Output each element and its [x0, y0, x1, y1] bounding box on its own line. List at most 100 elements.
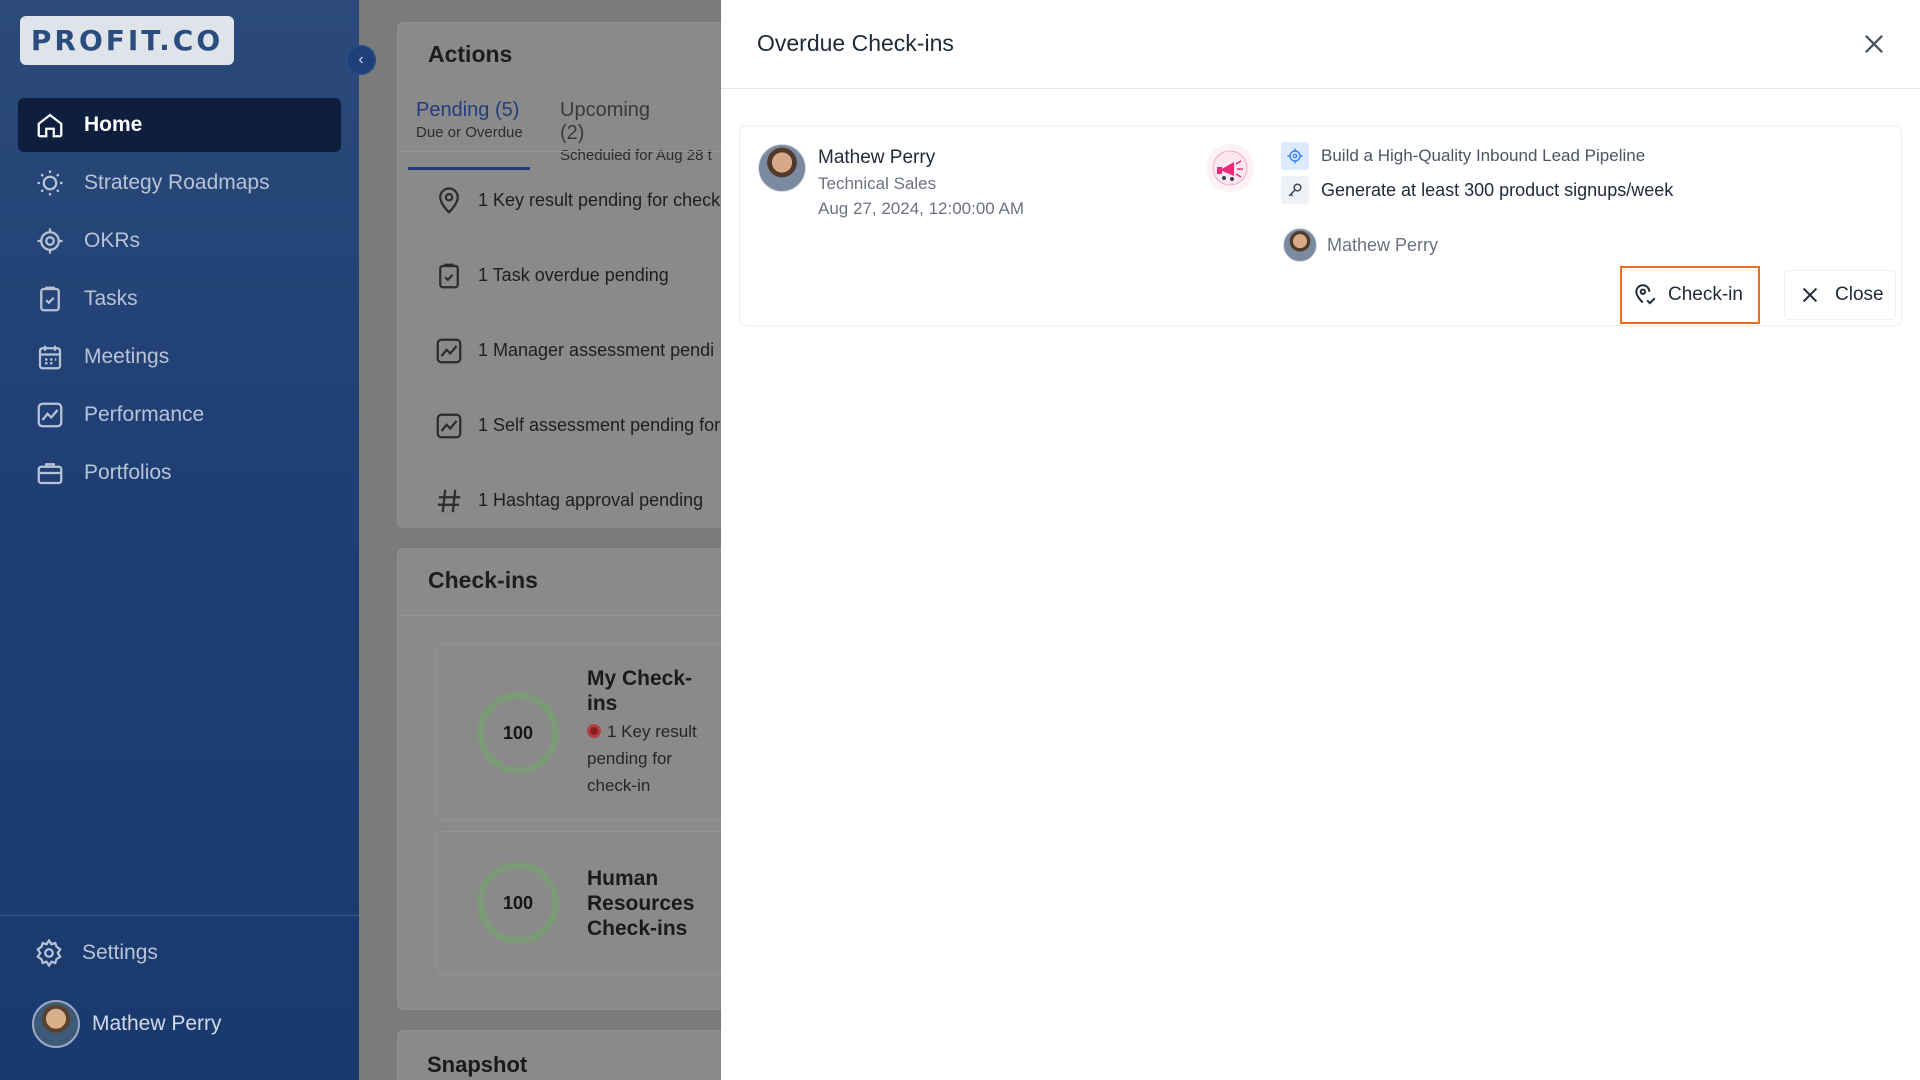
- action-list: 1 Key result pending for check 1 Task ov…: [434, 163, 720, 538]
- owner-row: Mathew Perry: [1283, 228, 1438, 262]
- checkin-summary-heading: My Check-ins: [587, 667, 693, 715]
- settings-label: Settings: [82, 941, 158, 964]
- nav-label: OKRs: [84, 229, 141, 252]
- nav-item-tasks[interactable]: Tasks: [18, 272, 341, 326]
- nav-label: Tasks: [84, 287, 138, 310]
- gear-icon: [36, 938, 62, 968]
- hashtag-icon: [437, 489, 461, 512]
- checkin-summary-heading: Human Resources Check-ins: [587, 867, 695, 940]
- sidebar-divider: [0, 915, 359, 916]
- key-result-text: Generate at least 300 product signups/we…: [1321, 179, 1674, 200]
- target-icon: [34, 225, 66, 257]
- list-item-text: 1 Hashtag approval pending: [478, 490, 704, 510]
- checkins-title: Check-ins: [428, 567, 538, 593]
- briefcase-icon: [34, 457, 66, 489]
- list-item-text: 1 Manager assessment pendi: [478, 340, 715, 360]
- checkin-button-label: Check-in: [1668, 284, 1743, 305]
- overdue-checkins-drawer: Overdue Check-ins Mathew Perry Technical…: [721, 0, 1920, 1080]
- nav-item-okrs[interactable]: OKRs: [18, 214, 341, 268]
- list-item[interactable]: 1 Manager assessment pendi: [434, 313, 720, 388]
- nav-item-settings[interactable]: Settings: [34, 938, 158, 968]
- tab-pending[interactable]: Pending (5) Due or Overdue: [408, 99, 530, 170]
- clipboard-check-icon: [439, 263, 459, 288]
- objective-text: Build a High-Quality Inbound Lead Pipeli…: [1321, 146, 1646, 165]
- logo-text: PROFIT.CO: [30, 24, 224, 57]
- drawer-close-button[interactable]: [1860, 30, 1888, 58]
- location-check-icon: [1635, 284, 1656, 305]
- objective-row[interactable]: Build a High-Quality Inbound Lead Pipeli…: [1281, 142, 1645, 170]
- list-item[interactable]: 1 Task overdue pending: [434, 238, 720, 313]
- drawer-title: Overdue Check-ins: [757, 30, 954, 56]
- user-profile[interactable]: Mathew Perry: [32, 1000, 222, 1048]
- nav-label: Meetings: [84, 345, 170, 368]
- list-item-text: 1 Key result pending for check: [478, 190, 721, 210]
- chevron-left-icon: ‹: [358, 51, 364, 68]
- person-role: Technical Sales: [818, 174, 937, 193]
- checkin-summary-title: My Check-ins 1 Key result pending for ch…: [587, 666, 717, 799]
- calendar-icon: [34, 341, 66, 373]
- nav-label: Strategy Roadmaps: [84, 171, 270, 194]
- nav-label: Performance: [84, 403, 205, 426]
- checkin-date: Aug 27, 2024, 12:00:00 AM: [818, 199, 1025, 218]
- score-ring: 100: [477, 692, 559, 774]
- nav-label: Home: [84, 113, 143, 136]
- user-name: Mathew Perry: [92, 1012, 222, 1035]
- lightbulb-icon: [34, 167, 66, 199]
- key-icon: [1281, 176, 1309, 204]
- tab-upcoming[interactable]: Upcoming (2) Scheduled for Aug 28 t: [552, 99, 712, 170]
- nav-item-portfolios[interactable]: Portfolios: [18, 446, 341, 500]
- avatar: [32, 1000, 80, 1048]
- key-result-row[interactable]: Generate at least 300 product signups/we…: [1281, 176, 1673, 204]
- megaphone-graphic: [1212, 150, 1248, 186]
- actions-title: Actions: [428, 41, 513, 67]
- nav-item-home[interactable]: Home: [18, 98, 341, 152]
- nav-item-strategy-roadmaps[interactable]: Strategy Roadmaps: [18, 156, 341, 210]
- sidebar: PROFIT.CO Home Strategy Roadmaps OKRs Ta…: [0, 0, 359, 1080]
- list-item[interactable]: 1 Hashtag approval pending: [434, 463, 720, 538]
- checkin-item-card: Mathew Perry Technical Sales Aug 27, 202…: [739, 125, 1902, 326]
- megaphone-icon: [1206, 144, 1254, 192]
- logo[interactable]: PROFIT.CO: [20, 16, 234, 65]
- checkins-card: Check-ins 100 My Check-ins 1 Key result …: [397, 548, 721, 1010]
- collapse-sidebar-button[interactable]: ‹: [346, 45, 376, 75]
- nav-item-performance[interactable]: Performance: [18, 388, 341, 442]
- nav-item-meetings[interactable]: Meetings: [18, 330, 341, 384]
- avatar: [758, 144, 806, 192]
- checkin-summary-sub: 1 Key result pending for check-in: [587, 718, 717, 799]
- checkin-summary-sub-text: 1 Key result pending for check-in: [587, 722, 697, 795]
- nav-label: Portfolios: [84, 461, 172, 484]
- actions-card: Actions Pending (5) Due or Overdue Upcom…: [397, 22, 721, 528]
- person-name: Mathew Perry: [818, 147, 936, 168]
- tab-label: Pending (5): [416, 99, 520, 121]
- location-pin-icon: [439, 186, 459, 214]
- close-icon: [1865, 35, 1883, 53]
- checkins-divider: [398, 615, 721, 616]
- list-item-text: 1 Self assessment pending for: [478, 415, 721, 435]
- close-icon: [1802, 287, 1818, 303]
- score-ring: 100: [477, 862, 559, 944]
- snapshot-title: Snapshot: [427, 1052, 528, 1077]
- avatar: [1283, 228, 1317, 262]
- tabs-divider: [398, 151, 721, 152]
- clipboard-check-icon: [34, 283, 66, 315]
- main-content: Actions Pending (5) Due or Overdue Upcom…: [359, 0, 721, 1080]
- close-button[interactable]: Close: [1784, 270, 1896, 320]
- chart-line-icon: [436, 338, 462, 363]
- home-icon: [34, 109, 66, 141]
- close-button-label: Close: [1835, 284, 1884, 305]
- objective-target-icon: [1281, 142, 1309, 170]
- tab-label: Upcoming (2): [560, 99, 651, 144]
- checkin-summary-card[interactable]: 100 Human Resources Check-ins: [436, 831, 721, 975]
- checkin-summary-card[interactable]: 100 My Check-ins 1 Key result pending fo…: [436, 643, 721, 821]
- tab-sub: Scheduled for Aug 28 t: [560, 147, 712, 164]
- chart-line-icon: [436, 413, 462, 438]
- chart-line-icon: [34, 399, 66, 431]
- checkin-button[interactable]: Check-in: [1620, 266, 1760, 324]
- person-info: Mathew Perry Technical Sales Aug 27, 202…: [758, 144, 1024, 219]
- list-item[interactable]: 1 Key result pending for check: [434, 163, 720, 238]
- list-item-text: 1 Task overdue pending: [478, 265, 669, 285]
- list-item[interactable]: 1 Self assessment pending for: [434, 388, 720, 463]
- alert-dot-icon: [587, 724, 601, 738]
- main-nav: Home Strategy Roadmaps OKRs Tasks Meetin…: [18, 98, 341, 504]
- owner-name: Mathew Perry: [1327, 234, 1439, 255]
